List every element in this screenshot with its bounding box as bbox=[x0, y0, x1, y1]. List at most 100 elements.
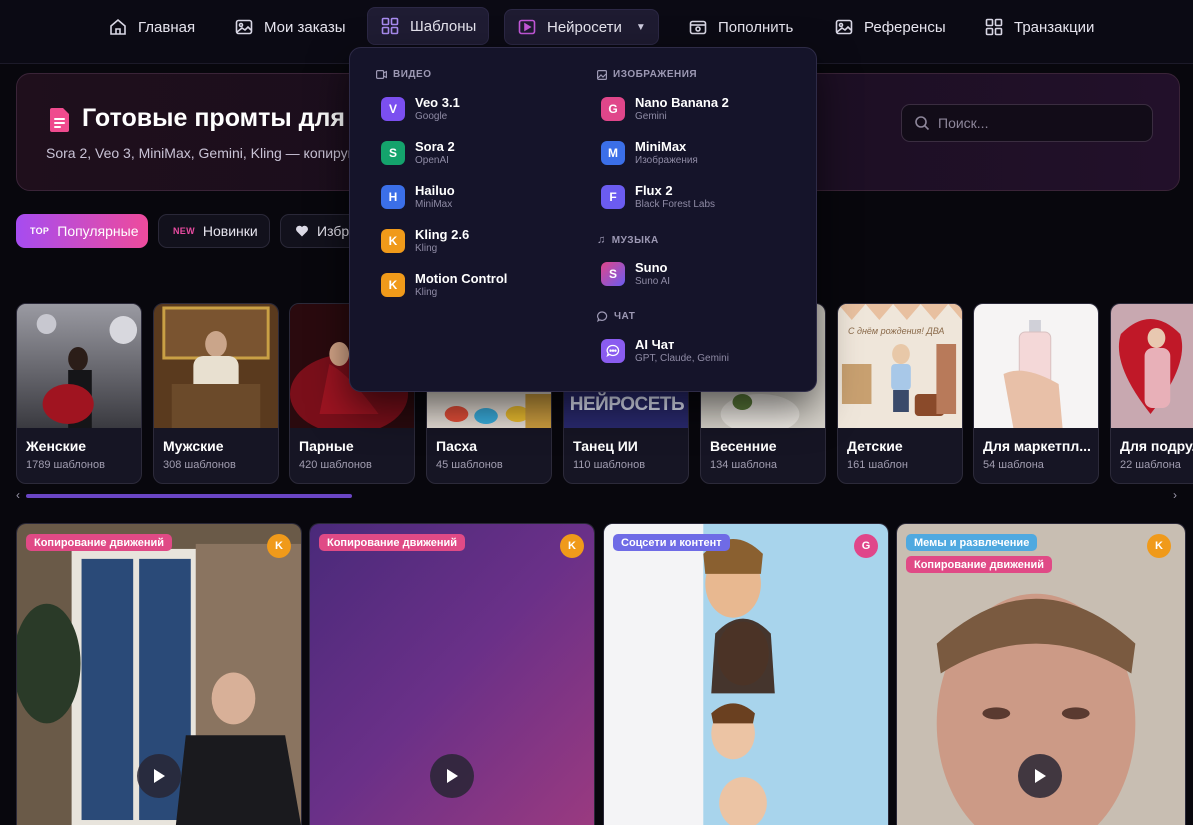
category-scrollbar[interactable] bbox=[26, 494, 352, 498]
category-image-text: С днём рождения! ДВА bbox=[848, 326, 945, 336]
video-icon bbox=[376, 70, 387, 79]
chevron-down-icon: ▼ bbox=[635, 21, 646, 33]
nav-item-templates[interactable]: Шаблоны bbox=[367, 7, 490, 45]
music-icon: ♫ bbox=[597, 234, 606, 246]
model-name: Veo 3.1 bbox=[415, 95, 460, 110]
play-button[interactable] bbox=[137, 754, 181, 798]
category-count: 134 шаблона bbox=[710, 459, 778, 471]
dropdown-item-suno[interactable]: S Suno Suno AI bbox=[601, 256, 801, 292]
category-tag: Копирование движений bbox=[319, 534, 466, 551]
dropdown-section-images: ИЗОБРАЖЕНИЯ bbox=[597, 69, 697, 80]
category-name: Парные bbox=[299, 438, 354, 454]
chat-icon bbox=[597, 311, 608, 322]
gemini-logo-icon: G bbox=[601, 97, 625, 121]
category-card[interactable]: Для подру... 22 шаблона bbox=[1110, 303, 1193, 484]
category-count: 308 шаблонов bbox=[163, 459, 236, 471]
model-badge: K bbox=[560, 534, 584, 558]
model-provider: Google bbox=[415, 111, 448, 122]
nav-item-references[interactable]: Референсы bbox=[822, 9, 958, 45]
video-card[interactable]: Копирование движений K bbox=[309, 523, 595, 825]
nav-label: Транзакции bbox=[1014, 18, 1095, 36]
nav-label: Пополнить bbox=[718, 18, 794, 36]
video-card[interactable]: Мемы и развлечение Копирование движений … bbox=[896, 523, 1186, 825]
nav-item-orders[interactable]: Мои заказы bbox=[222, 9, 358, 45]
model-name: Nano Banana 2 bbox=[635, 95, 729, 110]
dropdown-item-veo[interactable]: V Veo 3.1 Google bbox=[381, 91, 581, 127]
model-name: Hailuo bbox=[415, 183, 455, 198]
category-tag: Соцсети и контент bbox=[613, 534, 730, 551]
category-image-text: НЕЙРОСЕТЬ bbox=[569, 394, 685, 415]
model-name: AI Чат bbox=[635, 337, 675, 352]
dropdown-item-minimax[interactable]: M MiniMax Изображения bbox=[601, 135, 801, 171]
dropdown-item-hailuo[interactable]: H Hailuo MiniMax bbox=[381, 179, 581, 215]
dropdown-item-nano-banana[interactable]: G Nano Banana 2 Gemini bbox=[601, 91, 801, 127]
neural-networks-dropdown: ВИДЕО ИЗОБРАЖЕНИЯ ♫ МУЗЫКА ЧАТ V Veo 3.1… bbox=[349, 47, 817, 392]
model-badge: G bbox=[854, 534, 878, 558]
nav-label: Главная bbox=[138, 18, 196, 36]
suno-logo-icon: S bbox=[601, 262, 625, 286]
nav-item-topup[interactable]: Пополнить bbox=[676, 9, 805, 45]
minimax-logo-icon: M bbox=[601, 141, 625, 165]
category-image bbox=[1111, 304, 1193, 428]
play-button[interactable] bbox=[430, 754, 474, 798]
scroll-right-icon[interactable]: › bbox=[1173, 488, 1177, 502]
dropdown-section-music: ♫ МУЗЫКА bbox=[597, 234, 659, 246]
category-name: Для маркетпл... bbox=[983, 438, 1091, 454]
category-card[interactable]: Для маркетпл... 54 шаблона bbox=[973, 303, 1099, 484]
chat-bubble-icon bbox=[601, 339, 625, 363]
video-icon bbox=[518, 19, 536, 35]
category-name: Для подру... bbox=[1120, 438, 1193, 454]
nav-label: Нейросети bbox=[547, 18, 622, 36]
model-name: Sora 2 bbox=[415, 139, 455, 154]
heart-icon bbox=[296, 225, 308, 237]
model-name: MiniMax bbox=[635, 139, 687, 154]
document-icon bbox=[50, 108, 69, 132]
image-icon bbox=[597, 69, 607, 80]
category-card[interactable]: С днём рождения! ДВА Детские 161 шаблон bbox=[837, 303, 963, 484]
play-icon bbox=[154, 769, 165, 783]
category-card[interactable]: Женские 1789 шаблонов bbox=[16, 303, 142, 484]
dropdown-item-kling[interactable]: K Kling 2.6 Kling bbox=[381, 223, 581, 259]
model-provider: Kling bbox=[415, 243, 438, 254]
filter-new[interactable]: NEW Новинки bbox=[158, 214, 270, 248]
hailuo-logo-icon: H bbox=[381, 185, 405, 209]
scroll-left-icon[interactable]: ‹ bbox=[16, 488, 20, 502]
image-icon bbox=[235, 19, 253, 35]
category-name: Женские bbox=[26, 438, 87, 454]
category-name: Пасха bbox=[436, 438, 478, 454]
video-card[interactable]: Соцсети и контент G bbox=[603, 523, 889, 825]
image-icon bbox=[835, 19, 853, 35]
search-box[interactable] bbox=[901, 104, 1153, 142]
model-provider: Suno AI bbox=[635, 276, 671, 287]
category-name: Мужские bbox=[163, 438, 224, 454]
home-icon bbox=[110, 18, 126, 35]
nav-item-home[interactable]: Главная bbox=[96, 9, 207, 45]
category-name: Танец ИИ bbox=[573, 438, 638, 454]
filter-popular[interactable]: TOP Популярные bbox=[16, 214, 148, 248]
model-provider: Gemini bbox=[635, 111, 667, 122]
grid-icon bbox=[985, 18, 1003, 36]
search-input[interactable] bbox=[938, 115, 1138, 131]
category-card[interactable]: Мужские 308 шаблонов bbox=[153, 303, 279, 484]
dropdown-item-motion-control[interactable]: K Motion Control Kling bbox=[381, 267, 581, 303]
nav-item-neural-networks[interactable]: Нейросети ▼ bbox=[504, 9, 659, 45]
category-tag: Копирование движений bbox=[906, 556, 1053, 573]
model-name: Motion Control bbox=[415, 271, 508, 286]
video-card[interactable]: Копирование движений K bbox=[16, 523, 302, 825]
kling-logo-icon: K bbox=[381, 273, 405, 297]
dropdown-item-ai-chat[interactable]: AI Чат GPT, Claude, Gemini bbox=[601, 333, 801, 369]
model-name: Flux 2 bbox=[635, 183, 673, 198]
play-button[interactable] bbox=[1018, 754, 1062, 798]
nav-item-transactions[interactable]: Транзакции bbox=[972, 9, 1106, 45]
model-provider: MiniMax bbox=[415, 199, 453, 210]
dropdown-section-chat: ЧАТ bbox=[597, 311, 635, 322]
kling-logo-icon: K bbox=[381, 229, 405, 253]
model-name: Suno bbox=[635, 260, 668, 275]
veo-logo-icon: V bbox=[381, 97, 405, 121]
dropdown-item-flux[interactable]: F Flux 2 Black Forest Labs bbox=[601, 179, 801, 215]
sora-logo-icon: S bbox=[381, 141, 405, 165]
dropdown-item-sora[interactable]: S Sora 2 OpenAI bbox=[381, 135, 581, 171]
category-image bbox=[17, 304, 141, 428]
category-tag: Мемы и развлечение bbox=[906, 534, 1038, 551]
category-image bbox=[838, 304, 962, 428]
